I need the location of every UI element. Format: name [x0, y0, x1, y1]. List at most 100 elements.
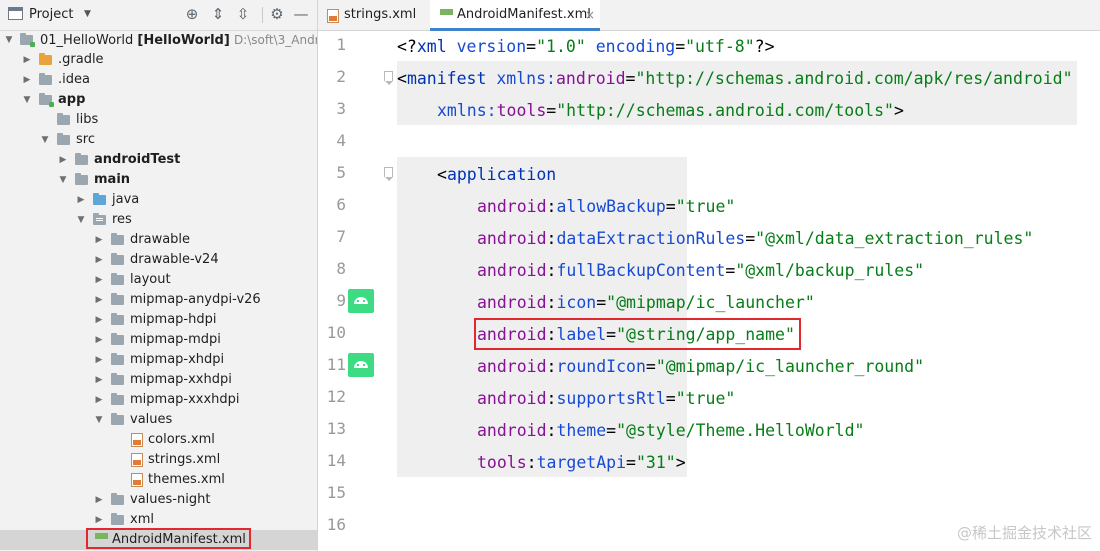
highlight-box: [474, 318, 801, 350]
close-icon[interactable]: ×: [585, 0, 595, 30]
chevron-down-icon[interactable]: ▼: [84, 9, 91, 19]
tree-item-app[interactable]: ▼ app: [0, 90, 317, 110]
tree-item-drawable-v24[interactable]: ▶ drawable-v24: [0, 250, 317, 270]
chevron-down-icon[interactable]: ▼: [76, 210, 86, 230]
tree-item-themes-xml[interactable]: themes.xml: [0, 470, 317, 490]
line-number: 5: [336, 163, 346, 182]
token: xml: [416, 37, 447, 56]
tree-item-mipmap-xhdpi[interactable]: ▶ mipmap-xhdpi: [0, 350, 317, 370]
android-icon[interactable]: [348, 353, 374, 377]
tree-item-mipmap-mdpi[interactable]: ▶ mipmap-mdpi: [0, 330, 317, 350]
tree-item-values-night[interactable]: ▶ values-night: [0, 490, 317, 510]
token: android: [477, 293, 547, 312]
android-icon[interactable]: [348, 289, 374, 313]
token: =: [725, 261, 736, 280]
chevron-down-icon[interactable]: ▼: [58, 170, 68, 190]
collapse-all-icon[interactable]: ⇳: [234, 5, 252, 23]
code-line-7: android:dataExtractionRules="@xml/data_e…: [477, 223, 1033, 255]
folder-icon: [111, 333, 124, 345]
tree-item-label: java: [112, 192, 140, 207]
code-line-5: <application: [437, 159, 556, 191]
folder-icon: [111, 233, 124, 245]
tree-item-label: strings.xml: [148, 452, 221, 467]
chevron-right-icon[interactable]: ▶: [94, 390, 104, 410]
tree-item-res[interactable]: ▼ res: [0, 210, 317, 230]
line-number: 15: [326, 483, 346, 502]
token: :: [546, 293, 557, 312]
tab-label: strings.xml: [344, 7, 417, 22]
line-number: 12: [326, 387, 346, 406]
hide-icon[interactable]: —: [292, 5, 310, 23]
chevron-right-icon[interactable]: ▶: [94, 490, 104, 510]
folder-icon: [111, 293, 124, 305]
tree-item-values[interactable]: ▼ values: [0, 410, 317, 430]
tree-item-gradle[interactable]: ▶ .gradle: [0, 50, 317, 70]
tree-item-project-root[interactable]: ▼ 01_HelloWorld [HelloWorld] D:\soft\3_A…: [0, 30, 317, 50]
highlight-box: [86, 528, 251, 549]
tree-item-mipmap-anydpi-v26[interactable]: ▶ mipmap-anydpi-v26: [0, 290, 317, 310]
chevron-right-icon[interactable]: ▶: [76, 190, 86, 210]
code-editor[interactable]: 1 2 3 4 5 6 7 8 9 10 11 12 13 14 15 16 <…: [318, 31, 1100, 551]
token: :: [546, 389, 557, 408]
chevron-right-icon[interactable]: ▶: [94, 290, 104, 310]
fold-icon[interactable]: [384, 71, 393, 85]
tree-item-src[interactable]: ▼ src: [0, 130, 317, 150]
token: "http://schemas.android.com/apk/res/andr…: [635, 69, 1073, 88]
chevron-right-icon[interactable]: ▶: [94, 310, 104, 330]
fold-icon[interactable]: [384, 167, 393, 181]
tree-item-java[interactable]: ▶ java: [0, 190, 317, 210]
project-view-title[interactable]: Project: [29, 7, 73, 22]
gear-icon[interactable]: ⚙: [268, 5, 286, 23]
folder-icon: [111, 313, 124, 325]
token: tools: [496, 101, 547, 120]
tree-item-layout[interactable]: ▶ layout: [0, 270, 317, 290]
tree-item-libs[interactable]: libs: [0, 110, 317, 130]
module-folder-icon: [39, 93, 54, 107]
tree-item-mipmap-xxxhdpi[interactable]: ▶ mipmap-xxxhdpi: [0, 390, 317, 410]
token: =: [665, 389, 676, 408]
tree-item-idea[interactable]: ▶ .idea: [0, 70, 317, 90]
tree-item-main[interactable]: ▼ main: [0, 170, 317, 190]
tree-item-label: mipmap-hdpi: [130, 312, 217, 327]
tree-item-strings-xml[interactable]: strings.xml: [0, 450, 317, 470]
chevron-right-icon[interactable]: ▶: [94, 350, 104, 370]
tree-item-label: layout: [130, 272, 171, 287]
chevron-right-icon[interactable]: ▶: [94, 250, 104, 270]
chevron-down-icon[interactable]: ▼: [4, 30, 14, 50]
crosshair-icon[interactable]: ⊕: [183, 5, 201, 23]
chevron-right-icon[interactable]: ▶: [94, 230, 104, 250]
tree-item-androidtest[interactable]: ▶ androidTest: [0, 150, 317, 170]
chevron-right-icon[interactable]: ▶: [94, 510, 104, 530]
xml-file-icon: [131, 453, 143, 467]
line-number: 3: [336, 99, 346, 118]
tree-item-xml[interactable]: ▶ xml: [0, 510, 317, 530]
chevron-down-icon[interactable]: ▼: [22, 90, 32, 110]
token: "true": [675, 389, 736, 408]
tree-item-label: app: [58, 92, 86, 107]
xml-file-icon: [131, 433, 143, 447]
expand-all-icon[interactable]: ⇕: [209, 5, 227, 23]
token: =: [626, 453, 636, 472]
tree-item-colors-xml[interactable]: colors.xml: [0, 430, 317, 450]
chevron-down-icon[interactable]: ▼: [94, 410, 104, 430]
folder-icon: [111, 413, 124, 425]
token: "@mipmap/ic_launcher_round": [655, 357, 925, 376]
chevron-right-icon[interactable]: ▶: [94, 330, 104, 350]
tab-androidmanifest-xml[interactable]: AndroidManifest.xml ×: [430, 0, 600, 31]
source-folder-icon: [93, 193, 106, 205]
chevron-right-icon[interactable]: ▶: [94, 370, 104, 390]
chevron-right-icon[interactable]: ▶: [58, 150, 68, 170]
resource-folder-icon: [93, 213, 106, 225]
chevron-right-icon[interactable]: ▶: [22, 50, 32, 70]
tree-item-label: mipmap-xxxhdpi: [130, 392, 240, 407]
chevron-right-icon[interactable]: ▶: [22, 70, 32, 90]
tree-item-mipmap-hdpi[interactable]: ▶ mipmap-hdpi: [0, 310, 317, 330]
token: "1.0": [536, 37, 586, 56]
chevron-right-icon[interactable]: ▶: [94, 270, 104, 290]
token: =: [606, 421, 617, 440]
token: manifest: [406, 69, 487, 88]
chevron-down-icon[interactable]: ▼: [40, 130, 50, 150]
tree-item-drawable[interactable]: ▶ drawable: [0, 230, 317, 250]
tab-strings-xml[interactable]: strings.xml: [318, 0, 428, 30]
tree-item-mipmap-xxhdpi[interactable]: ▶ mipmap-xxhdpi: [0, 370, 317, 390]
